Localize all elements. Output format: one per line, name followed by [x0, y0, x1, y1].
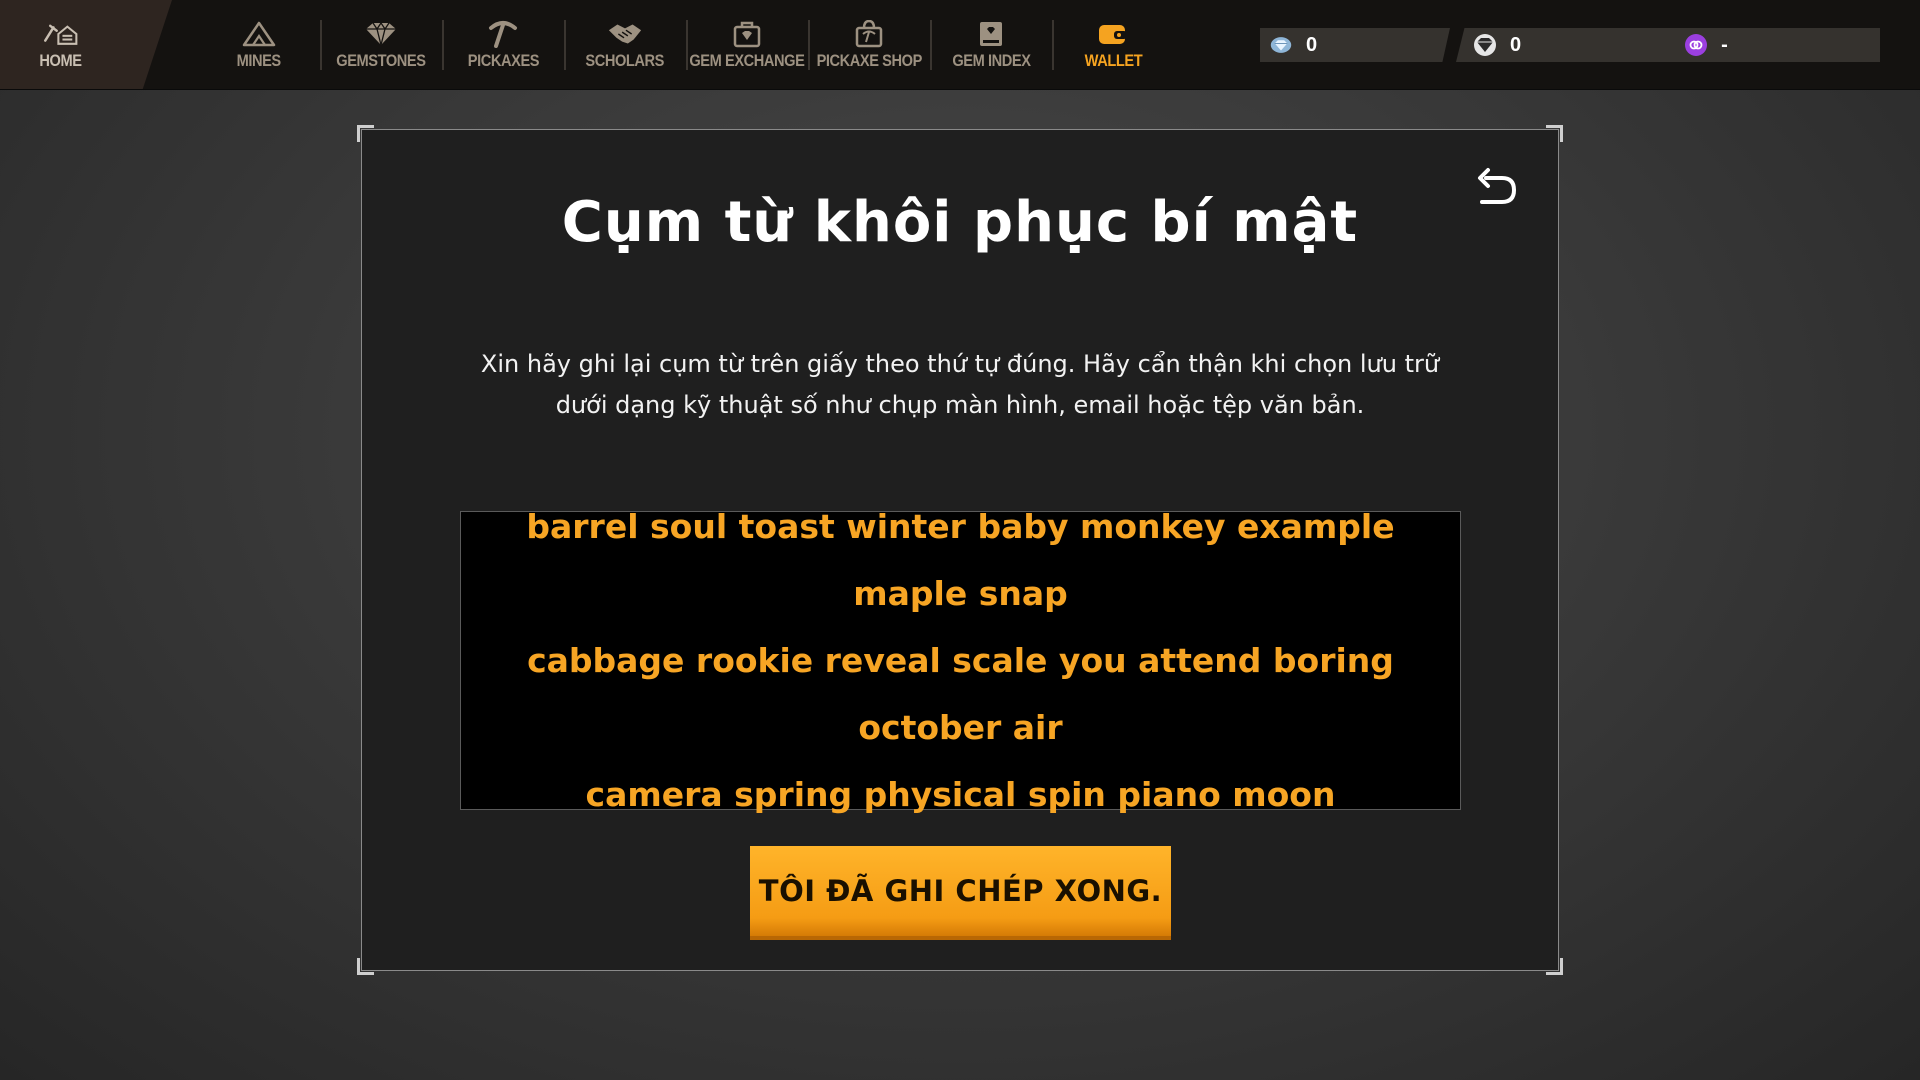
nav-label-mines: MINES	[236, 50, 282, 70]
nav-label-pickaxe-shop: PICKAXE SHOP	[816, 50, 922, 70]
nav-label-gem-index: GEM INDEX	[951, 50, 1031, 70]
nav-item-gem-exchange[interactable]: GEM EXCHANGE	[688, 0, 806, 89]
phrase-line: cabbage rookie reveal scale you attend b…	[527, 641, 1394, 747]
gem-token-balance: 0 -	[1456, 28, 1880, 62]
recovery-phrase-dialog: Cụm từ khôi phục bí mật Xin hãy ghi lại …	[357, 125, 1563, 975]
nav-label-pickaxes: PICKAXES	[467, 50, 539, 70]
home-icon	[42, 19, 78, 49]
nav-item-gemstones[interactable]: GEMSTONES	[322, 0, 440, 89]
diamond-currency-icon	[1270, 34, 1292, 56]
gem-balance-value: 0	[1510, 33, 1522, 56]
nav-item-scholars[interactable]: SCHOLARS	[566, 0, 684, 89]
frame-corner	[1546, 125, 1563, 142]
pickaxe-icon	[485, 19, 521, 49]
diamond-balance-value: 0	[1306, 33, 1318, 56]
nav-item-mines[interactable]: MINES	[200, 0, 318, 89]
wallet-icon	[1095, 19, 1131, 49]
gem-icon	[363, 19, 399, 49]
nav-label-gemstones: GEMSTONES	[336, 50, 426, 70]
nav-item-pickaxe-shop[interactable]: PICKAXE SHOP	[810, 0, 928, 89]
token-balance-value: -	[1721, 33, 1728, 56]
gem-bag-icon	[729, 19, 765, 49]
gem-currency-icon	[1474, 34, 1496, 56]
recovery-phrase-box: barrel soul toast winter baby monkey exa…	[460, 507, 1461, 814]
phrase-line: barrel soul toast winter baby monkey exa…	[526, 507, 1395, 613]
dialog-description: Xin hãy ghi lại cụm từ trên giấy theo th…	[480, 350, 1440, 419]
mountain-icon	[241, 19, 277, 49]
frame-corner	[357, 125, 374, 142]
shopping-bag-icon	[851, 19, 887, 49]
token-currency-icon	[1685, 34, 1708, 56]
top-nav-bar: HOME MINES GEMSTONES PICKAXES SCHOLARS G…	[0, 0, 1920, 90]
dialog-title: Cụm từ khôi phục bí mật	[561, 190, 1359, 255]
nav-item-home[interactable]: HOME	[0, 0, 172, 89]
nav-item-wallet[interactable]: WALLET	[1054, 0, 1172, 89]
phrase-line: camera spring physical spin piano moon	[585, 775, 1336, 814]
diamond-balance: 0	[1260, 28, 1450, 62]
nav-label-gem-exchange: GEM EXCHANGE	[689, 50, 805, 70]
nav-item-gem-index[interactable]: GEM INDEX	[932, 0, 1050, 89]
book-icon	[973, 19, 1009, 49]
nav-label-scholars: SCHOLARS	[585, 50, 665, 70]
handshake-icon	[607, 19, 643, 49]
nav-label-wallet: WALLET	[1084, 50, 1142, 70]
recovery-phrase-text: barrel soul toast winter baby monkey exa…	[477, 493, 1444, 828]
nav-item-pickaxes[interactable]: PICKAXES	[444, 0, 562, 89]
frame-corner	[1546, 958, 1563, 975]
frame-corner	[357, 958, 374, 975]
done-writing-button[interactable]: TÔI ĐÃ GHI CHÉP XONG.	[750, 846, 1171, 936]
nav-label-home: HOME	[38, 50, 82, 70]
